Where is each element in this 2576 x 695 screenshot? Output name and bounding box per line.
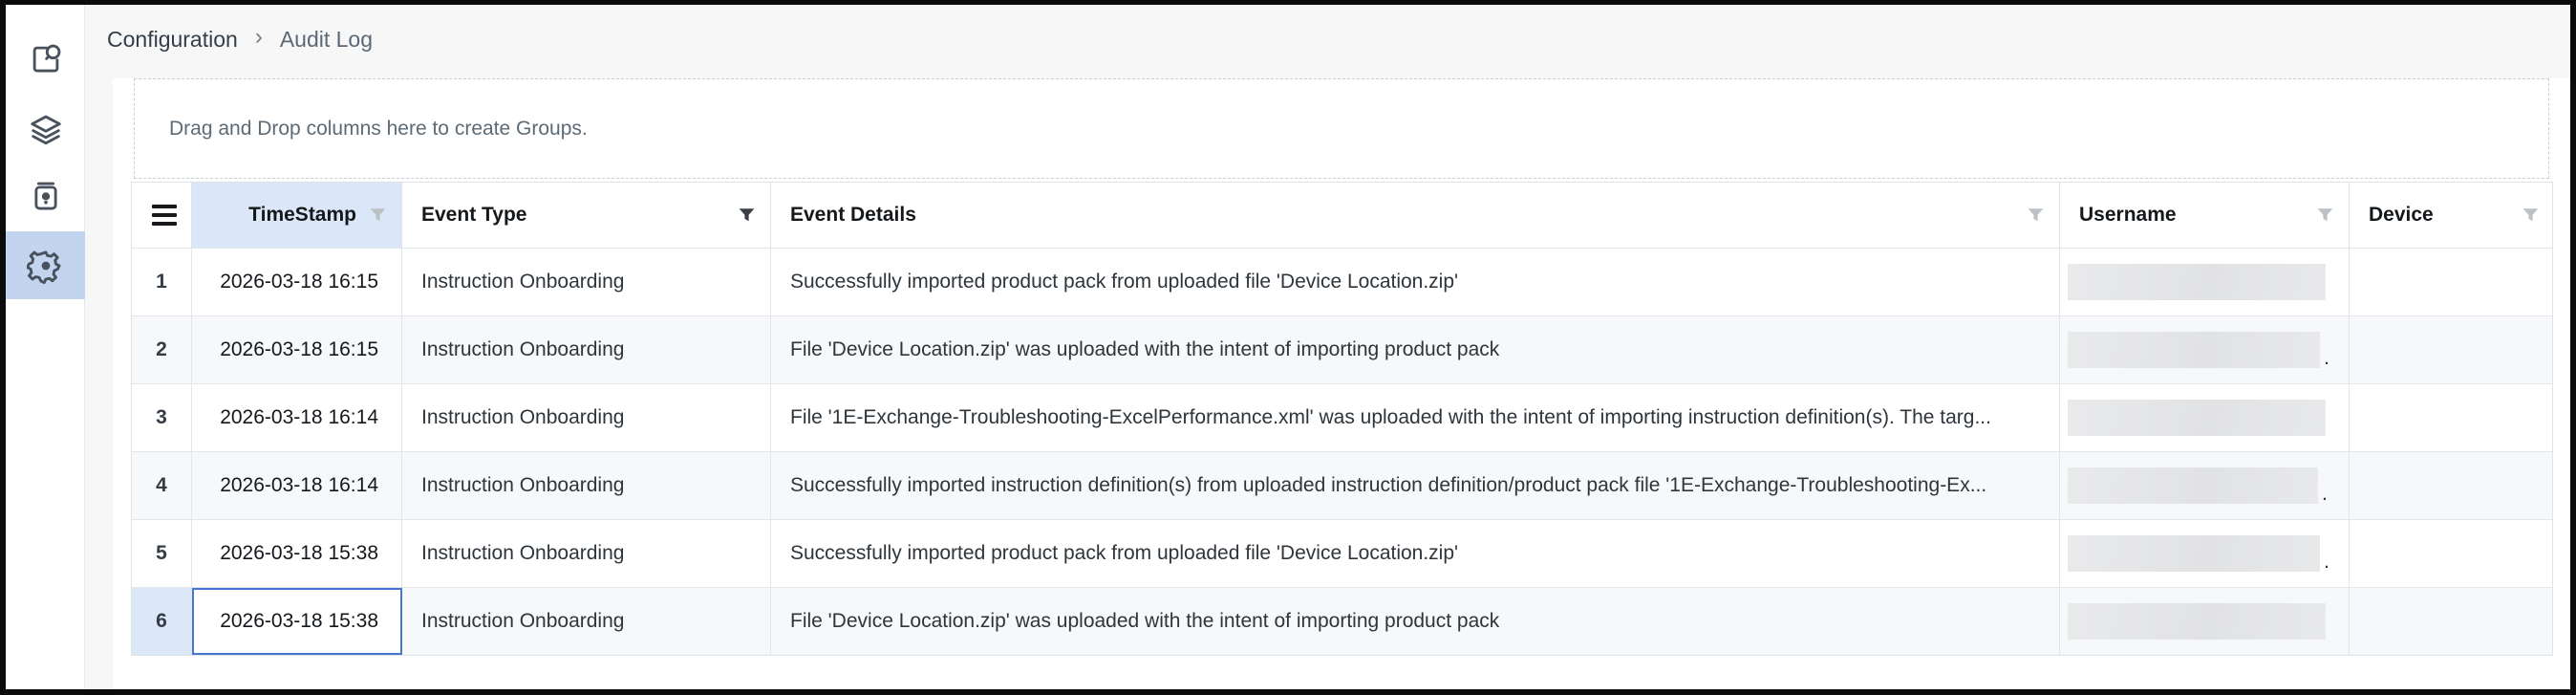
sidebar-item-search-document[interactable] <box>6 25 85 94</box>
content-panel: Drag and Drop columns here to create Gro… <box>113 78 2570 689</box>
table-row[interactable]: 22026-03-18 16:15Instruction OnboardingF… <box>132 315 2552 383</box>
username-cell[interactable]: . <box>2060 452 2350 519</box>
group-drop-zone[interactable]: Drag and Drop columns here to create Gro… <box>134 78 2549 179</box>
sidebar <box>6 5 85 689</box>
username-redaction <box>2068 332 2320 368</box>
sidebar-item-product-pack[interactable] <box>6 163 85 231</box>
grid-body: 12026-03-18 16:15Instruction OnboardingS… <box>132 248 2552 655</box>
event-details-cell[interactable]: Successfully imported instruction defini… <box>771 452 2060 519</box>
event-type-cell[interactable]: Instruction Onboarding <box>402 520 771 587</box>
column-header-num[interactable] <box>132 183 192 248</box>
filter-icon[interactable] <box>368 206 388 226</box>
device-cell[interactable] <box>2350 588 2554 655</box>
device-cell[interactable] <box>2350 249 2554 315</box>
column-header-event_type[interactable]: Event Type <box>402 183 771 248</box>
column-header-label: Event Type <box>421 204 526 227</box>
username-cell[interactable]: . <box>2060 316 2350 383</box>
table-row[interactable]: 52026-03-18 15:38Instruction OnboardingS… <box>132 519 2552 587</box>
timestamp-cell[interactable]: 2026-03-18 15:38 <box>192 520 402 587</box>
column-menu-icon[interactable] <box>152 205 177 226</box>
table-row[interactable]: 32026-03-18 16:14Instruction OnboardingF… <box>132 383 2552 451</box>
sidebar-item-settings[interactable] <box>6 231 85 299</box>
username-cell[interactable] <box>2060 249 2350 315</box>
event-type-cell[interactable]: Instruction Onboarding <box>402 452 771 519</box>
filter-icon[interactable] <box>2315 206 2335 226</box>
device-cell[interactable] <box>2350 316 2554 383</box>
username-suffix: . <box>2324 347 2329 370</box>
row-number-cell[interactable]: 1 <box>132 249 192 315</box>
row-number-cell[interactable]: 3 <box>132 384 192 451</box>
column-header-timestamp[interactable]: TimeStamp <box>192 183 402 248</box>
breadcrumb-item-audit-log: Audit Log <box>280 27 373 53</box>
screenshot-frame: Configuration › Audit Log Drag and Drop … <box>0 0 2576 695</box>
filter-icon[interactable] <box>737 206 757 226</box>
table-row[interactable]: 12026-03-18 16:15Instruction OnboardingS… <box>132 248 2552 315</box>
breadcrumb-separator-icon: › <box>255 26 263 49</box>
event-type-cell[interactable]: Instruction Onboarding <box>402 249 771 315</box>
event-details-cell[interactable]: Successfully imported product pack from … <box>771 249 2060 315</box>
row-number-cell[interactable]: 4 <box>132 452 192 519</box>
table-row[interactable]: 42026-03-18 16:14Instruction OnboardingS… <box>132 451 2552 519</box>
username-suffix: . <box>2324 551 2329 574</box>
column-header-device[interactable]: Device <box>2350 183 2554 248</box>
column-header-label: Username <box>2079 204 2177 227</box>
audit-log-grid: TimeStamp Event Type Event Details Username… <box>131 182 2553 656</box>
username-redaction <box>2068 264 2326 300</box>
row-number-cell[interactable]: 6 <box>132 588 192 655</box>
username-suffix: . <box>2322 483 2328 506</box>
username-cell[interactable] <box>2060 588 2350 655</box>
device-cell[interactable] <box>2350 452 2554 519</box>
breadcrumb-item-configuration[interactable]: Configuration <box>107 27 238 53</box>
search-document-icon <box>28 41 64 77</box>
username-redaction <box>2068 400 2326 436</box>
timestamp-cell[interactable]: 2026-03-18 16:15 <box>192 249 402 315</box>
app-window: Configuration › Audit Log Drag and Drop … <box>6 5 2570 689</box>
column-header-label: Event Details <box>790 204 916 227</box>
event-type-cell[interactable]: Instruction Onboarding <box>402 588 771 655</box>
table-row[interactable]: 62026-03-18 15:38Instruction OnboardingF… <box>132 587 2552 655</box>
group-drop-zone-label: Drag and Drop columns here to create Gro… <box>169 118 588 141</box>
gear-icon <box>27 247 65 285</box>
filter-icon[interactable] <box>2026 206 2046 226</box>
grid-header-row: TimeStamp Event Type Event Details Username… <box>132 183 2552 248</box>
filter-icon[interactable] <box>2521 206 2541 226</box>
event-type-cell[interactable]: Instruction Onboarding <box>402 316 771 383</box>
timestamp-cell[interactable]: 2026-03-18 16:15 <box>192 316 402 383</box>
event-details-cell[interactable]: File '1E-Exchange-Troubleshooting-ExcelP… <box>771 384 2060 451</box>
event-details-cell[interactable]: Successfully imported product pack from … <box>771 520 2060 587</box>
timestamp-cell[interactable]: 2026-03-18 15:38 <box>192 588 402 655</box>
row-number-cell[interactable]: 5 <box>132 520 192 587</box>
username-cell[interactable] <box>2060 384 2350 451</box>
product-pack-icon <box>28 179 64 215</box>
event-details-cell[interactable]: File 'Device Location.zip' was uploaded … <box>771 588 2060 655</box>
username-redaction <box>2068 535 2320 572</box>
event-details-cell[interactable]: File 'Device Location.zip' was uploaded … <box>771 316 2060 383</box>
device-cell[interactable] <box>2350 520 2554 587</box>
column-header-username[interactable]: Username <box>2060 183 2350 248</box>
username-cell[interactable]: . <box>2060 520 2350 587</box>
layers-icon <box>28 112 64 148</box>
device-cell[interactable] <box>2350 384 2554 451</box>
column-header-label: TimeStamp <box>248 204 356 227</box>
column-header-label: Device <box>2369 204 2434 227</box>
username-redaction <box>2068 467 2318 504</box>
column-header-event_details[interactable]: Event Details <box>771 183 2060 248</box>
sidebar-item-layers[interactable] <box>6 96 85 164</box>
breadcrumb: Configuration › Audit Log <box>107 20 373 58</box>
username-redaction <box>2068 603 2326 640</box>
row-number-cell[interactable]: 2 <box>132 316 192 383</box>
timestamp-cell[interactable]: 2026-03-18 16:14 <box>192 384 402 451</box>
timestamp-cell[interactable]: 2026-03-18 16:14 <box>192 452 402 519</box>
event-type-cell[interactable]: Instruction Onboarding <box>402 384 771 451</box>
